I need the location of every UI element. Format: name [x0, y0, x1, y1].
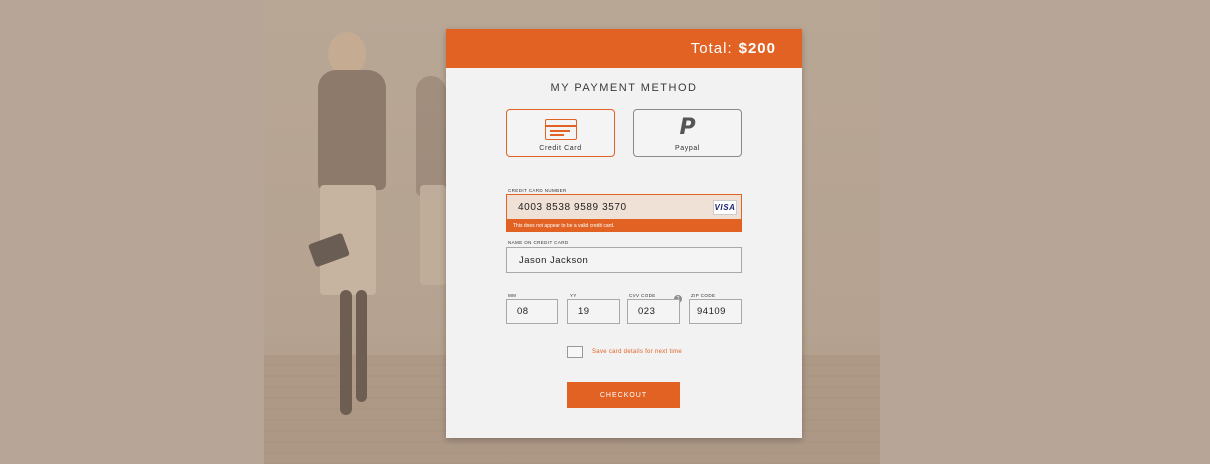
- save-details-row: Save card details for next time: [567, 346, 682, 358]
- cvv-input[interactable]: 023: [627, 299, 680, 324]
- yy-label: YY: [570, 293, 577, 298]
- paypal-option[interactable]: P Paypal: [633, 109, 742, 157]
- checkout-button[interactable]: CHECKOUT: [567, 382, 680, 408]
- yy-value: 19: [578, 306, 590, 317]
- cvv-label: CVV CODE: [629, 293, 656, 298]
- card-number-group: 4003 8538 9589 3570 VISA This does not a…: [506, 194, 742, 232]
- paypal-icon: P: [679, 115, 696, 140]
- zip-input[interactable]: 94109: [689, 299, 742, 324]
- cvv-value: 023: [638, 306, 656, 317]
- visa-icon: VISA: [713, 200, 737, 215]
- mm-label: MM: [508, 293, 517, 298]
- header-notch: [736, 68, 746, 73]
- paypal-option-label: Paypal: [674, 145, 700, 152]
- credit-card-icon: [544, 119, 577, 140]
- save-details-checkbox[interactable]: [567, 346, 583, 358]
- payment-method-options: Credit Card P Paypal: [506, 109, 742, 157]
- name-on-card-value: Jason Jackson: [519, 254, 589, 266]
- total-label: Total:: [690, 40, 733, 57]
- mm-input[interactable]: 08: [506, 299, 558, 324]
- card-number-input[interactable]: 4003 8538 9589 3570 VISA: [506, 194, 742, 220]
- zip-value: 94109: [697, 306, 726, 317]
- name-on-card-input[interactable]: Jason Jackson: [506, 247, 742, 273]
- credit-card-option[interactable]: Credit Card: [506, 109, 615, 157]
- total-amount: $200: [738, 40, 776, 57]
- card-number-error: This does not appear to be a valid credi…: [506, 220, 742, 232]
- zip-label: ZIP CODE: [691, 293, 716, 298]
- card-number-label: CREDIT CARD NUMBER: [508, 188, 567, 193]
- credit-card-option-label: Credit Card: [539, 145, 582, 152]
- total-header: Total: $200: [446, 29, 802, 73]
- card-number-value: 4003 8538 9589 3570: [518, 201, 627, 213]
- payment-card: Total: $200 MY PAYMENT METHOD Credit Car…: [446, 29, 802, 438]
- name-on-card-label: NAME ON CREDIT CARD: [508, 240, 569, 245]
- mm-value: 08: [517, 306, 529, 317]
- save-details-label[interactable]: Save card details for next time: [592, 349, 682, 355]
- payment-method-title: MY PAYMENT METHOD: [550, 82, 698, 94]
- yy-input[interactable]: 19: [567, 299, 620, 324]
